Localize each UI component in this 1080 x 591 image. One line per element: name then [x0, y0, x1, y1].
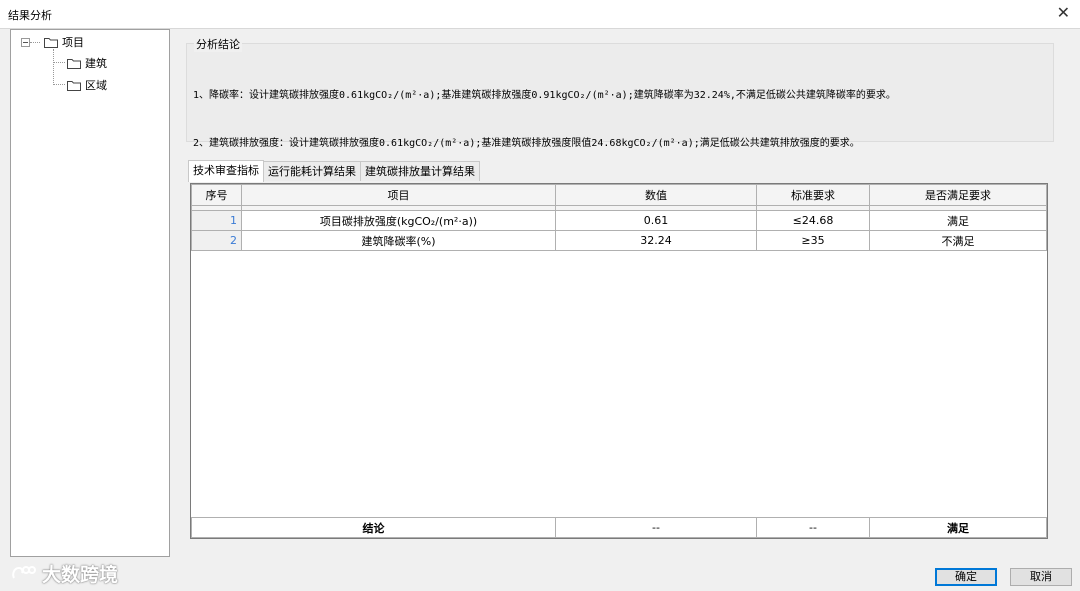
- close-icon[interactable]: ✕: [1057, 4, 1070, 22]
- tree-connector: [53, 62, 65, 63]
- row-index: 1: [191, 210, 242, 231]
- column-header[interactable]: 序号: [191, 184, 242, 206]
- window-title: 结果分析: [8, 9, 52, 22]
- conclusion-line-2: 2、建筑碳排放强度：设计建筑碳排放强度0.61kgCO₂/(m²·a);基准建筑…: [193, 138, 860, 149]
- tab-technical-review[interactable]: 技术审查指标: [188, 160, 264, 182]
- cell-item[interactable]: 项目碳排放强度(kgCO₂/(m²·a)): [241, 210, 556, 231]
- tab-carbon-results[interactable]: 建筑碳排放量计算结果: [360, 161, 480, 181]
- project-tree: 项目 建筑 区域: [10, 29, 170, 557]
- tree-item-label: 区域: [85, 79, 107, 92]
- tree-item-project[interactable]: 项目: [21, 33, 84, 51]
- cell-standard[interactable]: ≤24.68: [756, 210, 870, 231]
- tree-item-zone[interactable]: 区域: [67, 76, 107, 94]
- summary-result: 满足: [869, 517, 1047, 538]
- cell-result[interactable]: 不满足: [869, 230, 1047, 251]
- tree-item-label: 项目: [62, 36, 84, 49]
- table-row[interactable]: 2 建筑降碳率(%) 32.24 ≥35 不满足: [191, 230, 1047, 251]
- conclusion-line-1: 1、降碳率：设计建筑碳排放强度0.61kgCO₂/(m²·a);基准建筑碳排放强…: [193, 90, 896, 101]
- table-row[interactable]: 1 项目碳排放强度(kgCO₂/(m²·a)) 0.61 ≤24.68 满足: [191, 210, 1047, 231]
- summary-table: 结论 -- -- 满足: [191, 517, 1047, 538]
- folder-icon: [67, 58, 81, 69]
- cell-standard[interactable]: ≥35: [756, 230, 870, 251]
- folder-icon: [67, 80, 81, 91]
- tree-item-label: 建筑: [85, 57, 107, 70]
- indicator-grid: 序号 项目 数值 标准要求 是否满足要求 1 项目碳排放强度(kgCO₂/(m²…: [190, 183, 1048, 539]
- cell-result[interactable]: 满足: [869, 210, 1047, 231]
- cell-item[interactable]: 建筑降碳率(%): [241, 230, 556, 251]
- logo-icon: [12, 565, 36, 578]
- summary-row: 结论 -- -- 满足: [191, 517, 1047, 538]
- title-bar: 结果分析 ✕: [0, 0, 1080, 29]
- tree-item-building[interactable]: 建筑: [67, 54, 107, 72]
- cancel-button[interactable]: 取消: [1010, 568, 1072, 586]
- summary-standard: --: [756, 517, 870, 538]
- result-tabs: 技术审查指标 运行能耗计算结果 建筑碳排放量计算结果: [188, 160, 480, 182]
- tab-energy-results[interactable]: 运行能耗计算结果: [263, 161, 361, 181]
- summary-value: --: [555, 517, 757, 538]
- column-header[interactable]: 数值: [555, 184, 757, 206]
- row-index: 2: [191, 230, 242, 251]
- ok-button[interactable]: 确定: [935, 568, 997, 586]
- conclusion-group: 1、降碳率：设计建筑碳排放强度0.61kgCO₂/(m²·a);基准建筑碳排放强…: [186, 43, 1054, 149]
- cell-value[interactable]: 32.24: [555, 230, 757, 251]
- watermark-logo: 大数跨境: [10, 560, 118, 587]
- table-header-row: 序号 项目 数值 标准要求 是否满足要求: [191, 184, 1047, 206]
- watermark-text: 大数跨境: [42, 564, 119, 586]
- summary-label: 结论: [191, 517, 556, 538]
- conclusion-group-label: 分析结论: [194, 36, 242, 52]
- column-header[interactable]: 项目: [241, 184, 556, 206]
- cell-value[interactable]: 0.61: [555, 210, 757, 231]
- collapse-icon[interactable]: [21, 37, 30, 47]
- column-header[interactable]: 是否满足要求: [869, 184, 1047, 206]
- column-header[interactable]: 标准要求: [756, 184, 870, 206]
- tree-connector: [53, 84, 65, 85]
- folder-icon: [44, 37, 58, 48]
- tree-connector: [53, 49, 54, 85]
